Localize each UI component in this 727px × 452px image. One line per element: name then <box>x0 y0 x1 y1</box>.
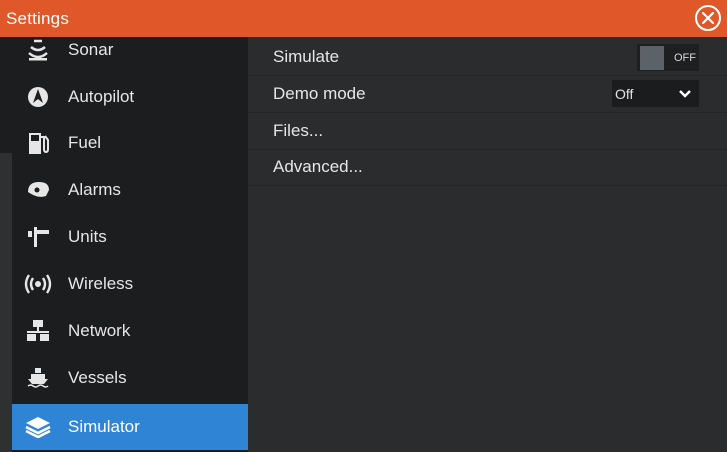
title-bar: Settings <box>0 0 727 37</box>
wireless-icon <box>20 269 56 299</box>
sidebar-item-label: Simulator <box>68 417 140 436</box>
simulate-row: Simulate OFF <box>248 39 727 76</box>
close-button[interactable] <box>695 5 721 31</box>
sidebar-item-label: Alarms <box>68 180 121 199</box>
files-row[interactable]: Files... <box>248 113 727 150</box>
close-icon <box>702 12 714 24</box>
files-label: Files... <box>273 121 324 140</box>
demo-mode-row: Demo mode Off <box>248 76 727 113</box>
advanced-label: Advanced... <box>273 157 363 176</box>
toggle-knob <box>640 45 664 70</box>
sidebar-item-units[interactable]: Units <box>12 214 248 260</box>
settings-sidebar: Sonar Autopilot Fuel Alarms Units Wirele… <box>0 37 248 452</box>
sidebar-item-label: Network <box>68 321 131 340</box>
sidebar-item-label: Vessels <box>68 368 127 387</box>
simulator-settings-panel: Simulate OFF Demo mode Off Files... Adva… <box>248 37 727 452</box>
sidebar-item-autopilot[interactable]: Autopilot <box>12 74 248 120</box>
network-icon <box>20 316 56 346</box>
sidebar-item-simulator[interactable]: Simulator <box>12 404 248 450</box>
sidebar-item-sonar[interactable]: Sonar <box>12 37 248 73</box>
sidebar-item-network[interactable]: Network <box>12 308 248 354</box>
toggle-state: OFF <box>674 51 696 64</box>
autopilot-icon <box>20 82 56 112</box>
layers-icon <box>20 412 56 442</box>
advanced-row[interactable]: Advanced... <box>248 149 727 186</box>
sidebar-item-vessels[interactable]: Vessels <box>12 355 248 401</box>
sidebar-item-label: Fuel <box>68 133 102 152</box>
sonar-icon <box>20 37 56 65</box>
demo-mode-value: Off <box>615 85 634 102</box>
demo-mode-label: Demo mode <box>273 84 366 103</box>
fuel-icon <box>20 128 56 158</box>
ruler-icon <box>20 222 56 252</box>
chevron-down-icon <box>679 89 691 98</box>
simulate-toggle[interactable]: OFF <box>637 44 699 71</box>
window-title: Settings <box>6 8 70 28</box>
sidebar-item-alarms[interactable]: Alarms <box>12 167 248 213</box>
sidebar-item-label: Units <box>68 227 107 246</box>
alarm-bell-icon <box>20 175 56 205</box>
simulate-label: Simulate <box>273 47 340 66</box>
vessel-icon <box>20 363 56 393</box>
sidebar-item-label: Wireless <box>68 274 134 293</box>
sidebar-scroll-track <box>0 153 12 452</box>
sidebar-item-label: Sonar <box>68 40 114 59</box>
demo-mode-select[interactable]: Off <box>612 80 699 107</box>
sidebar-item-fuel[interactable]: Fuel <box>12 120 248 166</box>
sidebar-item-label: Autopilot <box>68 87 135 106</box>
sidebar-item-wireless[interactable]: Wireless <box>12 261 248 307</box>
